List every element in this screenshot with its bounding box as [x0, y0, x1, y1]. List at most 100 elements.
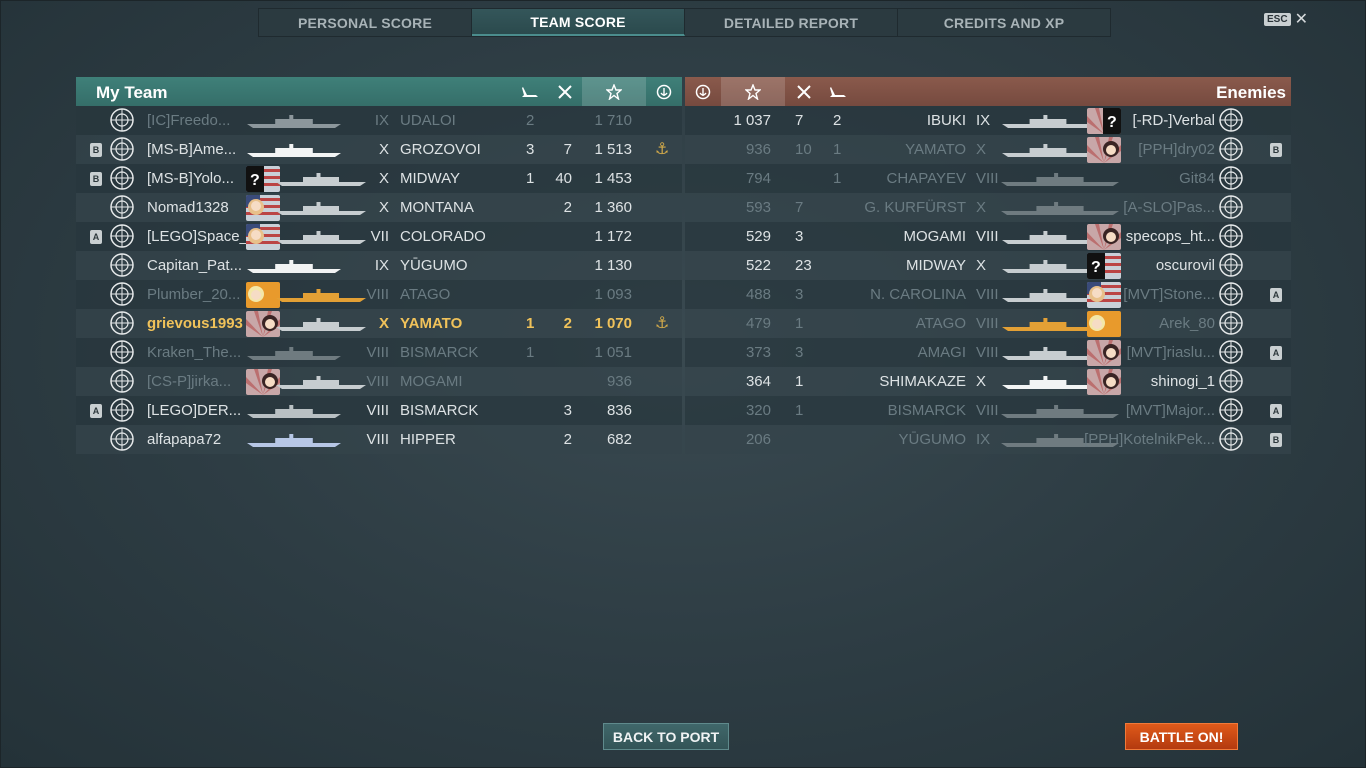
- division-badge: B: [1270, 433, 1282, 447]
- player-name[interactable]: [-RD-]Verbal: [1132, 112, 1215, 129]
- crossed-swords-icon[interactable]: [548, 77, 582, 106]
- player-row[interactable]: [IC]Freedo... IX UDALOI 2 1 710: [76, 106, 682, 135]
- ship-silhouette-icon: [276, 230, 366, 244]
- ship-name: YŪGUMO: [898, 431, 967, 448]
- planes-destroyed: 2: [833, 112, 842, 129]
- tab-team-score[interactable]: TEAM SCORE: [472, 9, 685, 36]
- commander-portrait: [1087, 137, 1121, 163]
- ship-name: MONTANA: [400, 199, 474, 216]
- ship-name: COLORADO: [400, 228, 486, 245]
- crossed-swords-icon[interactable]: [785, 77, 823, 106]
- player-row[interactable]: A [LEGO]Space_Rat VII COLORADO 1 172: [76, 222, 682, 251]
- ships-destroyed: 2: [563, 315, 572, 332]
- commander-portrait: [1087, 224, 1121, 250]
- player-row[interactable]: Plumber_20... VIII ATAGO 1 093: [76, 280, 682, 309]
- player-name[interactable]: Git84: [1179, 170, 1215, 187]
- ship-name: UDALOI: [400, 112, 456, 129]
- ships-destroyed: 40: [555, 170, 572, 187]
- enemy-row[interactable]: 529 3 MOGAMI VIII specops_ht...: [685, 222, 1291, 251]
- player-name[interactable]: [PPH]KotelnikPek...: [1084, 431, 1215, 448]
- anchor-icon: ⚓: [655, 141, 670, 158]
- base-xp-score: 373: [745, 344, 771, 361]
- player-name[interactable]: Capitan_Pat...: [147, 257, 242, 274]
- player-name[interactable]: [PPH]dry02: [1138, 141, 1215, 158]
- player-name[interactable]: Plumber_20...: [147, 286, 240, 303]
- tab-personal-score[interactable]: PERSONAL SCORE: [259, 9, 472, 36]
- player-name[interactable]: [MS-B]Yolo...: [147, 170, 234, 187]
- ship-tier: VIII: [366, 431, 389, 448]
- player-row[interactable]: alfapapa72 VIII HIPPER 2 682: [76, 425, 682, 454]
- player-row[interactable]: A [LEGO]DER... VIII BISMARCK 3 836: [76, 396, 682, 425]
- plane-icon[interactable]: [823, 77, 853, 106]
- ship-name: CHAPAYEV: [886, 170, 966, 187]
- rank-emblem-icon: [107, 192, 137, 222]
- battle-on-button[interactable]: BATTLE ON!: [1125, 723, 1238, 750]
- player-row[interactable]: Kraken_The... VIII BISMARCK 1 1 051: [76, 338, 682, 367]
- ship-tier: VIII: [366, 344, 389, 361]
- enemy-row[interactable]: 936 10 1 YAMATO X [PPH]dry02 B: [685, 135, 1291, 164]
- ship-silhouette-icon: [276, 288, 366, 302]
- player-row[interactable]: B [MS-B]Yolo...? X MIDWAY 1 40 1 453: [76, 164, 682, 193]
- player-name[interactable]: Arek_80: [1159, 315, 1215, 332]
- ships-destroyed: 7: [795, 112, 804, 129]
- base-capture-icon[interactable]: [685, 77, 721, 106]
- star-icon[interactable]: [582, 77, 646, 106]
- commander-portrait: [246, 369, 280, 395]
- commander-portrait: ?: [1087, 108, 1121, 134]
- player-name[interactable]: [A-SLO]Pas...: [1123, 199, 1215, 216]
- player-name[interactable]: [IC]Freedo...: [147, 112, 230, 129]
- ship-name: MOGAMI: [903, 228, 967, 245]
- rank-emblem-icon: [107, 163, 137, 193]
- player-row-self[interactable]: grievous1993 X YAMATO 1 2 1 070 ⚓: [76, 309, 682, 338]
- division-badge: B: [90, 143, 102, 157]
- planes-destroyed: 1: [526, 344, 535, 361]
- player-name[interactable]: Nomad1328: [147, 199, 229, 216]
- enemy-row[interactable]: 488 3 N. CAROLINA VIII [MVT]Stone... A: [685, 280, 1291, 309]
- enemies-list: 1 037 7 2 IBUKI IX? [-RD-]Verbal 936 10 1 YAMATO X…: [685, 106, 1291, 454]
- player-name[interactable]: specops_ht...: [1126, 228, 1215, 245]
- player-row[interactable]: Nomad1328 X MONTANA 2 1 360: [76, 193, 682, 222]
- rank-emblem-icon: [1216, 308, 1246, 338]
- base-capture-icon[interactable]: [646, 77, 682, 106]
- esc-close-button[interactable]: ESC ✕: [1264, 11, 1308, 27]
- enemy-row[interactable]: 522 23 MIDWAY X? oscurovil: [685, 251, 1291, 280]
- ships-destroyed: 3: [795, 344, 804, 361]
- enemy-row[interactable]: 206 YŪGUMO IX [PPH]KotelnikPek... B: [685, 425, 1291, 454]
- ship-tier: X: [378, 199, 389, 216]
- tab-detailed-report[interactable]: DETAILED REPORT: [685, 9, 898, 36]
- enemy-row[interactable]: 320 1 BISMARCK VIII [MVT]Major... A: [685, 396, 1291, 425]
- planes-destroyed: 2: [526, 112, 535, 129]
- player-name[interactable]: alfapapa72: [147, 431, 221, 448]
- star-icon[interactable]: [721, 77, 785, 106]
- enemy-row[interactable]: 373 3 AMAGI VIII [MVT]riaslu... A: [685, 338, 1291, 367]
- plane-icon[interactable]: [512, 77, 548, 106]
- player-name[interactable]: [MVT]riaslu...: [1127, 344, 1215, 361]
- enemy-row[interactable]: 794 1 CHAPAYEV VIII Git84: [685, 164, 1291, 193]
- commander-portrait: [1087, 282, 1121, 308]
- base-xp-score: 1 453: [594, 170, 632, 187]
- player-name[interactable]: [CS-P]jirka...: [147, 373, 231, 390]
- player-row[interactable]: B [MS-B]Ame... X GROZOVOI 3 7 1 513 ⚓: [76, 135, 682, 164]
- tab-credits-and-xp[interactable]: CREDITS AND XP: [898, 9, 1110, 36]
- player-name[interactable]: Kraken_The...: [147, 344, 241, 361]
- division-badge: B: [90, 172, 102, 186]
- back-to-port-button[interactable]: BACK TO PORT: [603, 723, 729, 750]
- svg-text:?: ?: [250, 172, 260, 189]
- player-name[interactable]: shinogi_1: [1151, 373, 1215, 390]
- player-name[interactable]: [LEGO]DER...: [147, 402, 241, 419]
- enemy-row[interactable]: 479 1 ATAGO VIII Arek_80: [685, 309, 1291, 338]
- player-name[interactable]: [MVT]Major...: [1126, 402, 1215, 419]
- player-name[interactable]: oscurovil: [1156, 257, 1215, 274]
- player-name[interactable]: grievous1993: [147, 315, 243, 332]
- player-name[interactable]: [MVT]Stone...: [1123, 286, 1215, 303]
- player-row[interactable]: Capitan_Pat... IX YŪGUMO 1 130: [76, 251, 682, 280]
- ship-silhouette-icon: [1001, 201, 1119, 215]
- commander-portrait: [1087, 340, 1121, 366]
- ship-silhouette-icon: [1002, 114, 1094, 128]
- player-name[interactable]: [MS-B]Ame...: [147, 141, 236, 158]
- enemy-row[interactable]: 593 7 G. KURFÜRST X [A-SLO]Pas...: [685, 193, 1291, 222]
- enemy-row[interactable]: 1 037 7 2 IBUKI IX? [-RD-]Verbal: [685, 106, 1291, 135]
- rank-emblem-icon: [107, 424, 137, 454]
- player-row[interactable]: [CS-P]jirka... VIII MOGAMI 936: [76, 367, 682, 396]
- enemy-row[interactable]: 364 1 SHIMAKAZE Xshinogi_1: [685, 367, 1291, 396]
